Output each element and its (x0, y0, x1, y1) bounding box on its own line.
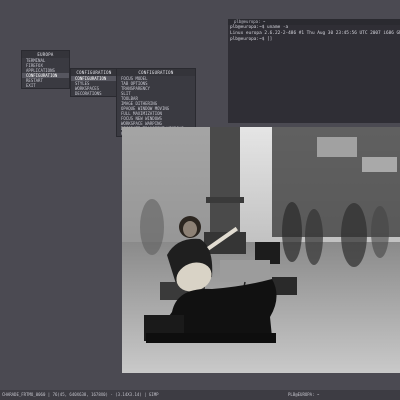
options-menu-title: Configuration (117, 69, 195, 76)
toolbar-active-window[interactable]: plb@europa: ~ (288, 390, 319, 400)
root-menu-title: Europa (22, 51, 69, 58)
root-menu: Europa Terminal Firefox Applications Con… (21, 50, 70, 89)
terminal-line: plb@europa:~$ [] (230, 37, 273, 42)
config-item-decorations[interactable]: Decorations (71, 91, 117, 96)
image-viewer-window[interactable] (122, 127, 400, 373)
toolbar-window-info: charade_frtmo_0060 | 76(45, 640x638, 167… (2, 392, 159, 397)
config-menu: Configuration Configuration Styles Works… (70, 68, 118, 97)
config-menu-title: Configuration (71, 69, 117, 76)
terminal-window[interactable]: plb@europa: ~ plb@europa:~$ uname -a Lin… (228, 19, 400, 123)
street-musician-photo (122, 127, 400, 373)
menu-item-exit[interactable]: Exit (22, 83, 69, 88)
toolbar: charade_frtmo_0060 | 76(45, 640x638, 167… (0, 390, 400, 400)
